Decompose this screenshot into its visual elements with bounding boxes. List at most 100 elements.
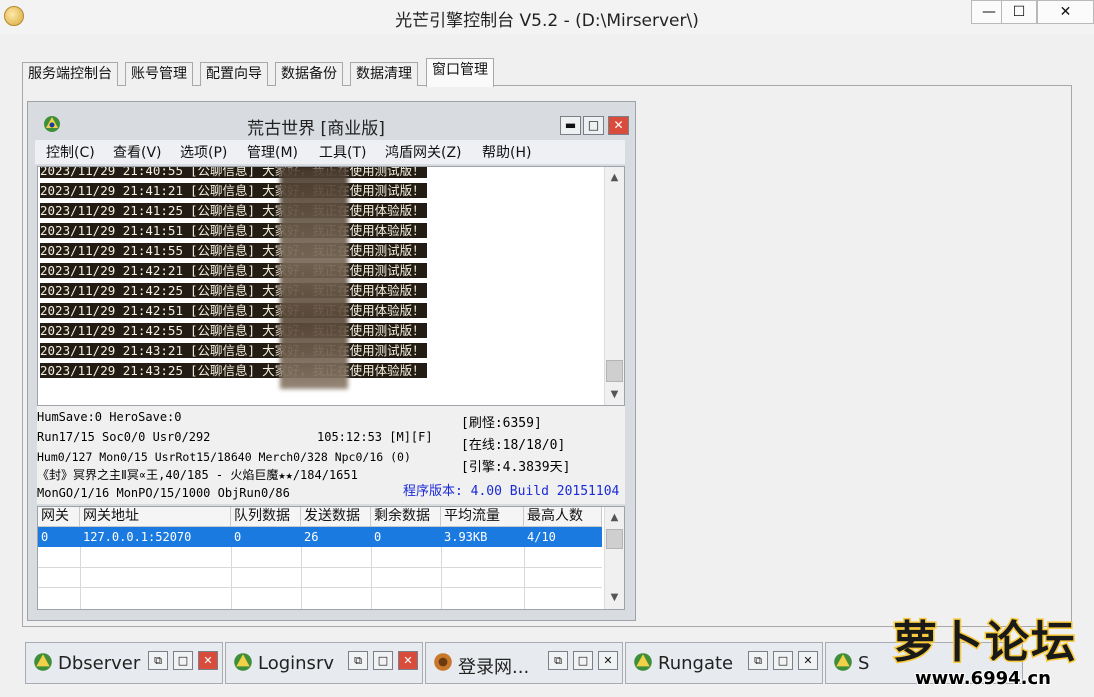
col-queue-data[interactable]: 队列数据 — [231, 507, 301, 527]
log-line-text: 2023/11/29 21:42:55[公聊信息]大家好，我正在使用测试版！ — [40, 323, 427, 338]
log-line-text: 2023/11/29 21:43:21[公聊信息]大家好，我正在使用测试版！ — [40, 343, 427, 358]
scroll-thumb[interactable] — [606, 360, 623, 382]
minimized-label: Rungate — [658, 653, 734, 674]
status-boss: 《封》冥界之主Ⅱ冥∝王,40/185 - 火焰巨魔★★/184/1651 — [37, 468, 358, 482]
col-avg-traffic[interactable]: 平均流量 — [441, 507, 524, 527]
restore-button[interactable]: ⧉ — [148, 651, 168, 670]
log-time: 2023/11/29 21:41:25 — [40, 203, 183, 218]
col-max-users[interactable]: 最高人数 — [524, 507, 602, 527]
tab-config-wizard[interactable]: 配置向导 — [200, 62, 268, 86]
log-tag: [公聊信息] — [190, 183, 256, 198]
status-version: 程序版本: 4.00 Build 20151104 — [403, 484, 620, 499]
log-tag: [公聊信息] — [190, 223, 256, 238]
inner-window-title: 荒古世界 [商业版] — [247, 119, 385, 139]
scroll-down-icon[interactable]: ▼ — [605, 386, 624, 404]
scroll-down-icon[interactable]: ▼ — [605, 589, 624, 607]
inner-close-button[interactable]: ✕ — [608, 116, 629, 135]
log-tag: [公聊信息] — [190, 243, 256, 258]
cell-queue: 0 — [234, 530, 242, 544]
col-gateway[interactable]: 网关 — [38, 507, 80, 527]
scroll-thumb[interactable] — [606, 529, 623, 549]
maximize-button[interactable]: □ — [573, 651, 593, 670]
gateway-table[interactable]: 网关 网关地址 队列数据 发送数据 剩余数据 平均流量 最高人数 0 127.0… — [37, 506, 625, 610]
log-tag: [公聊信息] — [190, 203, 256, 218]
tab-account-management[interactable]: 账号管理 — [125, 62, 193, 86]
log-line-text: 2023/11/29 21:43:25[公聊信息]大家好，我正在使用体验版！ — [40, 363, 427, 378]
inner-menu-bar: 控制(C) 查看(V) 选项(P) 管理(M) 工具(T) 鸿盾网关(Z) 帮助… — [35, 140, 625, 164]
game-server-icon — [234, 653, 252, 671]
inner-minimize-button[interactable]: ▬ — [560, 116, 581, 135]
status-refresh: [刷怪:6359] — [461, 416, 542, 431]
grid-divider — [524, 547, 525, 609]
maximize-button[interactable]: □ — [773, 651, 793, 670]
game-server-icon — [34, 653, 52, 671]
cell-remaining: 0 — [374, 530, 382, 544]
log-line-text: 2023/11/29 21:42:25[公聊信息]大家好，我正在使用体验版！ — [40, 283, 427, 298]
log-tag: [公聊信息] — [190, 283, 256, 298]
close-button[interactable]: ✕ — [198, 651, 218, 670]
menu-help[interactable]: 帮助(H) — [482, 142, 531, 162]
tab-window-management[interactable]: 窗口管理 — [426, 58, 494, 87]
close-button[interactable]: ✕ — [598, 651, 618, 670]
tab-data-backup[interactable]: 数据备份 — [275, 62, 343, 86]
log-line-text: 2023/11/29 21:42:51[公聊信息]大家好，我正在使用体验版！ — [40, 303, 427, 318]
table-scrollbar[interactable]: ▲ ▼ — [604, 507, 624, 609]
login-gate-icon — [434, 653, 452, 671]
col-remaining-data[interactable]: 剩余数据 — [371, 507, 441, 527]
tab-server-console[interactable]: 服务端控制台 — [22, 62, 118, 86]
status-save: HumSave:0 HeroSave:0 — [37, 410, 182, 424]
minimized-login-gate[interactable]: 登录网... ⧉ □ ✕ — [425, 642, 623, 684]
scroll-up-icon[interactable]: ▲ — [605, 509, 624, 527]
close-button[interactable]: ✕ — [798, 651, 818, 670]
log-time: 2023/11/29 21:42:21 — [40, 263, 183, 278]
cell-max-users: 4/10 — [527, 530, 556, 544]
log-panel[interactable]: 2023/11/29 21:40:55[公聊信息]大家好，我正在使用测试版！ 20… — [37, 166, 625, 406]
game-server-icon — [634, 653, 652, 671]
status-hum: Hum0/127 Mon0/15 UsrRot15/18640 Merch0/3… — [37, 450, 411, 464]
minimized-dbserver[interactable]: Dbserver ⧉ □ ✕ — [25, 642, 223, 684]
log-tag: [公聊信息] — [190, 263, 256, 278]
grid-divider — [441, 547, 442, 609]
minimized-rungate[interactable]: Rungate ⧉ □ ✕ — [625, 642, 823, 684]
close-button[interactable]: ✕ — [1037, 0, 1094, 24]
log-line-text: 2023/11/29 21:41:51[公聊信息]大家好，我正在使用体验版！ — [40, 223, 427, 238]
restore-button[interactable]: ⧉ — [748, 651, 768, 670]
log-time: 2023/11/29 21:41:51 — [40, 223, 183, 238]
maximize-button[interactable]: □ — [373, 651, 393, 670]
minimized-loginsrv[interactable]: Loginsrv ⧉ □ ✕ — [225, 642, 423, 684]
log-tag: [公聊信息] — [190, 363, 256, 378]
menu-view[interactable]: 查看(V) — [113, 142, 162, 162]
watermark-url: www.6994.cn — [914, 667, 1052, 690]
menu-options[interactable]: 选项(P) — [180, 142, 227, 162]
grid-divider — [231, 547, 232, 609]
menu-tools[interactable]: 工具(T) — [319, 142, 366, 162]
grid-divider — [80, 547, 81, 609]
grid-divider — [38, 587, 602, 588]
menu-hongdun-gateway[interactable]: 鸿盾网关(Z) — [385, 142, 462, 162]
status-uptime: 105:12:53 [M][F] — [317, 430, 433, 444]
title-bar: 光芒引擎控制台 V5.2 - (D:\Mirserver\) — ☐ ✕ — [0, 0, 1094, 34]
menu-control[interactable]: 控制(C) — [46, 142, 95, 162]
col-gateway-address[interactable]: 网关地址 — [80, 507, 231, 527]
maximize-button[interactable]: ☐ — [1001, 0, 1037, 24]
maximize-button[interactable]: □ — [173, 651, 193, 670]
col-send-data[interactable]: 发送数据 — [301, 507, 371, 527]
minimized-label: Dbserver — [58, 653, 141, 674]
tab-data-cleanup[interactable]: 数据清理 — [350, 62, 418, 86]
watermark-text: 萝卜论坛 — [892, 616, 1077, 670]
log-line-text: 2023/11/29 21:40:55[公聊信息]大家好，我正在使用测试版！ — [40, 167, 427, 178]
menu-manage[interactable]: 管理(M) — [247, 142, 298, 162]
log-time: 2023/11/29 21:42:25 — [40, 283, 183, 298]
log-time: 2023/11/29 21:42:51 — [40, 303, 183, 318]
watermark-logo: 萝卜论坛 www.6994.cn — [845, 600, 1094, 697]
minimized-label: 登录网... — [458, 657, 530, 678]
close-button[interactable]: ✕ — [398, 651, 418, 670]
cell-address: 127.0.0.1:52070 — [83, 530, 192, 544]
restore-button[interactable]: ⧉ — [548, 651, 568, 670]
inner-maximize-button[interactable]: □ — [583, 116, 604, 135]
status-online: [在线:18/18/0] — [461, 438, 566, 453]
scroll-up-icon[interactable]: ▲ — [605, 169, 624, 187]
restore-button[interactable]: ⧉ — [348, 651, 368, 670]
log-scrollbar[interactable]: ▲ ▼ — [604, 167, 624, 405]
log-tag: [公聊信息] — [190, 323, 256, 338]
